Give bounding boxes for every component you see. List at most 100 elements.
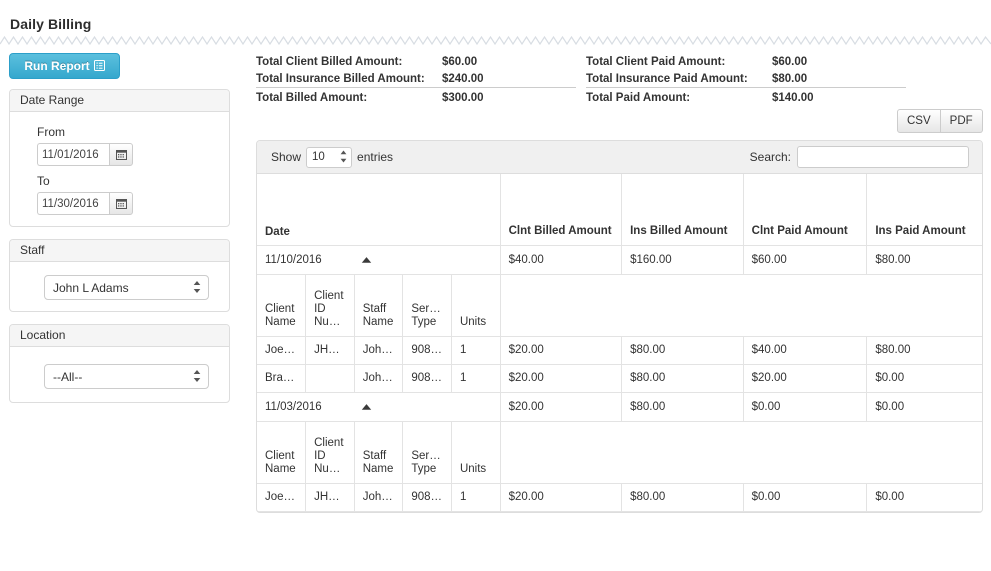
to-calendar-button[interactable] xyxy=(109,192,133,215)
summary-billed-totals: Total Client Billed Amount: $60.00 Total… xyxy=(256,53,576,106)
summary-value: $60.00 xyxy=(772,55,808,68)
staff-panel: Staff John L Adams xyxy=(9,239,230,312)
summary-row: Total Insurance Paid Amount: $80.00 xyxy=(586,70,906,87)
search-label: Search: xyxy=(749,150,791,164)
show-label: Show xyxy=(271,150,302,164)
summary-paid-totals: Total Client Paid Amount: $60.00 Total I… xyxy=(586,53,906,106)
sub-header-row: Client Name Client ID Number Staff Name … xyxy=(257,273,982,337)
caret-up-icon[interactable] xyxy=(361,403,372,410)
to-date-input[interactable] xyxy=(37,192,109,215)
group-date: 11/03/2016 xyxy=(265,400,322,413)
calendar-icon xyxy=(115,199,127,209)
header-ins-billed-amount[interactable]: Ins Billed Amount xyxy=(621,174,744,246)
group-ins-paid: $80.00 xyxy=(866,244,982,275)
group-clnt-billed: $20.00 xyxy=(499,391,623,422)
header-ins-paid-amount[interactable]: Ins Paid Amount xyxy=(866,174,982,246)
export-pdf-button[interactable]: PDF xyxy=(940,109,983,133)
cell-service-type: 90837: Individual Therapy - ... xyxy=(402,482,452,512)
staff-select-wrap: John L Adams xyxy=(44,275,209,300)
export-csv-button[interactable]: CSV xyxy=(897,109,941,133)
subheader-client-id-number: Client ID Number xyxy=(305,420,355,484)
cell-clnt-billed: $20.00 xyxy=(499,363,623,393)
sub-header-row: Client Name Client ID Number Staff Name … xyxy=(257,420,982,484)
report-list-icon xyxy=(93,55,105,79)
group-date: 11/10/2016 xyxy=(265,253,322,266)
location-panel: Location --All-- xyxy=(9,324,230,403)
to-date-group xyxy=(37,192,133,215)
summary-label: Total Billed Amount: xyxy=(256,92,368,104)
summary-row: Total Client Billed Amount: $60.00 xyxy=(256,53,576,70)
group-date-cell[interactable]: 11/03/2016 xyxy=(257,391,501,422)
subheader-client-name: Client Name xyxy=(257,420,307,484)
run-report-label: Run Report xyxy=(24,59,90,73)
run-report-button[interactable]: Run Report xyxy=(9,53,120,79)
location-panel-title: Location xyxy=(10,325,229,347)
cell-client-id: JH00... xyxy=(305,335,355,365)
cell-ins-paid: $0.00 xyxy=(866,363,982,393)
header-clnt-billed-amount[interactable]: Clnt Billed Amount xyxy=(499,174,623,246)
calendar-icon xyxy=(115,150,127,160)
group-row[interactable]: 11/03/2016 $20.00 $80.00 $0.00 $0.00 xyxy=(257,391,982,422)
summary-label: Total Insurance Paid Amount: xyxy=(586,72,748,85)
caret-up-icon[interactable] xyxy=(361,256,372,263)
cell-units: 1 xyxy=(450,363,501,393)
export-button-group: CSV PDF xyxy=(897,109,983,133)
subheader-units: Units xyxy=(450,420,501,484)
date-range-panel: Date Range From To xyxy=(9,89,230,227)
staff-panel-title: Staff xyxy=(10,240,229,262)
table-body: 11/10/2016 $40.00 $160.00 $60.00 $80.00 … xyxy=(257,244,982,512)
location-select[interactable]: --All-- xyxy=(44,364,209,389)
datatable-controls: Show 10 entries Search: xyxy=(257,141,982,174)
to-label: To xyxy=(37,174,50,188)
subheader-client-name: Client Name xyxy=(257,273,307,337)
table-row[interactable]: Joe Henson JH00... John Adams 90837: Ind… xyxy=(257,482,982,512)
group-date-cell[interactable]: 11/10/2016 xyxy=(257,244,501,275)
cell-client-name: Joe Henson xyxy=(257,335,307,365)
group-row[interactable]: 11/10/2016 $40.00 $160.00 $60.00 $80.00 xyxy=(257,244,982,275)
summary-label: Total Insurance Billed Amount: xyxy=(256,72,425,85)
header-date[interactable]: Date xyxy=(257,174,501,246)
summary-value: $60.00 xyxy=(442,55,478,68)
summary-label: Total Client Billed Amount: xyxy=(256,55,403,68)
group-clnt-paid: $60.00 xyxy=(742,244,868,275)
group-clnt-billed: $40.00 xyxy=(499,244,623,275)
cell-client-name: Joe Henson xyxy=(257,482,307,512)
group-clnt-paid: $0.00 xyxy=(742,391,868,422)
cell-service-type: 90837: Individual Therapy - ... xyxy=(402,335,452,365)
cell-client-id xyxy=(305,363,355,393)
cell-clnt-paid: $40.00 xyxy=(742,335,868,365)
cell-staff-name: John Adams xyxy=(353,363,404,393)
search-input[interactable] xyxy=(797,146,969,168)
from-date-input[interactable] xyxy=(37,143,109,166)
summary-value: $140.00 xyxy=(772,92,814,104)
summary-value: $80.00 xyxy=(772,72,808,85)
staff-select[interactable]: John L Adams xyxy=(44,275,209,300)
from-label: From xyxy=(37,125,65,139)
cell-service-type: 90832: Psychotherapy 30 mins xyxy=(402,363,452,393)
cell-ins-billed: $80.00 xyxy=(621,482,744,512)
location-select-wrap: --All-- xyxy=(44,364,209,389)
page-title: Daily Billing xyxy=(10,16,92,32)
report-table: Date Clnt Billed Amount Ins Billed Amoun… xyxy=(257,174,982,512)
cell-client-id: JH00... xyxy=(305,482,355,512)
cell-ins-paid: $80.00 xyxy=(866,335,982,365)
summary-total-row: Total Paid Amount: $140.00 xyxy=(586,87,906,106)
table-row[interactable]: Joe Henson JH00... John Adams 90837: Ind… xyxy=(257,335,982,365)
cell-ins-billed: $80.00 xyxy=(621,335,744,365)
cell-clnt-paid: $0.00 xyxy=(742,482,868,512)
report-datatable: Show 10 entries Search: Date Clnt Billed… xyxy=(256,140,983,513)
cell-ins-billed: $80.00 xyxy=(621,363,744,393)
from-calendar-button[interactable] xyxy=(109,143,133,166)
from-date-group xyxy=(37,143,133,166)
summary-label: Total Client Paid Amount: xyxy=(586,55,726,68)
group-ins-billed: $160.00 xyxy=(621,244,744,275)
page-length-select[interactable]: 10 xyxy=(306,146,353,168)
cell-units: 1 xyxy=(450,482,501,512)
cell-clnt-paid: $20.00 xyxy=(742,363,868,393)
table-row[interactable]: Brandi Maloney John Adams 90832: Psychot… xyxy=(257,363,982,393)
summary-value: $300.00 xyxy=(442,92,484,104)
group-ins-paid: $0.00 xyxy=(866,391,982,422)
group-ins-billed: $80.00 xyxy=(621,391,744,422)
subheader-blank xyxy=(499,273,982,337)
header-clnt-paid-amount[interactable]: Clnt Paid Amount xyxy=(742,174,868,246)
